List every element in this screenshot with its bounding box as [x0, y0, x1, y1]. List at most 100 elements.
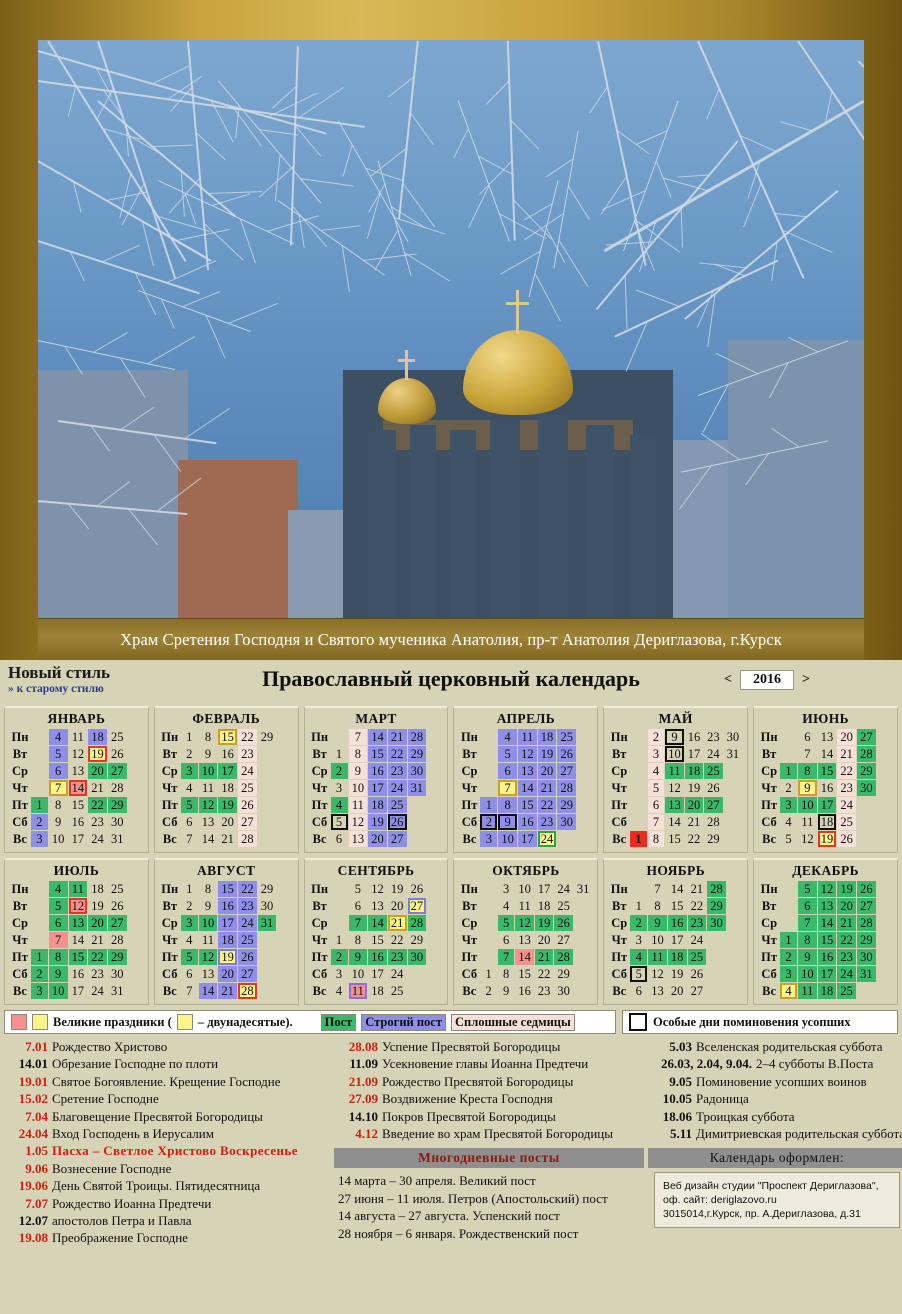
day-cell[interactable]: 13: [518, 763, 537, 779]
day-cell[interactable]: 14: [818, 746, 837, 762]
day-cell[interactable]: 25: [837, 983, 857, 999]
next-year-button[interactable]: >: [802, 672, 810, 688]
day-cell[interactable]: 28: [108, 932, 127, 948]
day-cell[interactable]: 28: [704, 814, 722, 830]
day-cell[interactable]: 4: [647, 763, 665, 779]
day-cell[interactable]: 28: [238, 831, 257, 847]
day-cell[interactable]: 6: [647, 797, 665, 813]
day-cell[interactable]: 8: [498, 966, 515, 982]
day-cell[interactable]: 22: [685, 831, 703, 847]
day-cell[interactable]: 18: [368, 797, 387, 813]
day-cell[interactable]: 31: [108, 831, 127, 847]
day-cell[interactable]: 10: [348, 780, 368, 796]
day-cell[interactable]: 6: [798, 898, 817, 914]
day-cell[interactable]: 29: [704, 831, 722, 847]
day-cell[interactable]: 27: [387, 831, 407, 847]
day-cell[interactable]: 6: [630, 983, 647, 999]
day-cell[interactable]: 12: [648, 966, 667, 982]
day-cell[interactable]: 14: [368, 729, 387, 745]
day-cell[interactable]: 26: [837, 831, 857, 847]
day-cell[interactable]: 21: [218, 831, 237, 847]
day-cell[interactable]: 11: [348, 797, 368, 813]
day-cell[interactable]: 5: [798, 881, 817, 897]
day-cell[interactable]: 11: [798, 814, 817, 830]
day-cell[interactable]: 15: [668, 898, 687, 914]
day-cell[interactable]: 16: [818, 780, 837, 796]
day-cell[interactable]: 26: [688, 966, 707, 982]
day-cell[interactable]: 1: [331, 746, 348, 762]
day-cell[interactable]: 28: [108, 780, 127, 796]
day-cell[interactable]: 15: [518, 797, 537, 813]
day-cell[interactable]: 14: [817, 915, 837, 931]
day-cell[interactable]: 25: [238, 780, 257, 796]
day-cell[interactable]: 29: [258, 881, 277, 897]
day-cell[interactable]: 30: [258, 898, 277, 914]
day-cell[interactable]: 20: [368, 831, 387, 847]
day-cell[interactable]: 2: [330, 949, 348, 965]
day-cell[interactable]: 21: [688, 881, 707, 897]
day-cell[interactable]: 19: [534, 915, 554, 931]
day-cell[interactable]: 10: [198, 763, 218, 779]
day-cell[interactable]: 18: [88, 729, 107, 745]
day-cell[interactable]: 19: [537, 746, 557, 762]
day-cell[interactable]: 13: [68, 915, 88, 931]
day-cell[interactable]: 4: [181, 932, 198, 948]
day-cell[interactable]: 22: [837, 932, 857, 948]
day-cell[interactable]: 14: [68, 780, 88, 796]
day-cell[interactable]: 14: [69, 932, 88, 948]
day-cell[interactable]: 24: [704, 746, 722, 762]
day-cell[interactable]: 9: [48, 966, 68, 982]
day-cell[interactable]: 4: [181, 780, 198, 796]
day-cell[interactable]: 26: [557, 746, 577, 762]
day-cell[interactable]: 29: [857, 763, 876, 779]
day-cell[interactable]: 19: [218, 949, 238, 965]
day-cell[interactable]: 17: [685, 746, 703, 762]
day-cell[interactable]: 22: [688, 898, 707, 914]
day-cell[interactable]: 13: [648, 983, 667, 999]
day-cell[interactable]: 7: [498, 780, 518, 796]
day-cell[interactable]: 15: [817, 763, 837, 779]
day-cell[interactable]: 27: [688, 983, 707, 999]
day-cell[interactable]: 23: [687, 915, 707, 931]
day-cell[interactable]: 18: [218, 780, 237, 796]
day-cell[interactable]: 24: [537, 831, 557, 847]
day-cell[interactable]: 1: [480, 966, 497, 982]
day-cell[interactable]: 14: [518, 780, 537, 796]
day-cell[interactable]: 6: [181, 814, 198, 830]
day-cell[interactable]: 20: [88, 763, 107, 779]
day-cell[interactable]: 23: [704, 729, 722, 745]
day-cell[interactable]: 10: [665, 746, 684, 762]
day-cell[interactable]: 28: [557, 780, 577, 796]
day-cell[interactable]: 10: [798, 797, 817, 813]
day-cell[interactable]: 2: [30, 966, 48, 982]
day-cell[interactable]: 1: [30, 797, 48, 813]
day-cell[interactable]: 8: [798, 763, 817, 779]
day-cell[interactable]: 3: [331, 780, 348, 796]
day-cell[interactable]: 7: [497, 949, 515, 965]
day-cell[interactable]: 9: [348, 763, 368, 779]
day-cell[interactable]: 25: [557, 729, 577, 745]
day-cell[interactable]: 9: [665, 729, 684, 745]
day-cell[interactable]: 30: [407, 949, 427, 965]
day-cell[interactable]: 27: [238, 966, 257, 982]
day-cell[interactable]: 13: [368, 898, 387, 914]
day-cell[interactable]: 2: [181, 898, 198, 914]
day-cell[interactable]: 1: [480, 797, 498, 813]
day-cell[interactable]: 16: [667, 915, 687, 931]
day-cell[interactable]: 17: [535, 881, 553, 897]
day-cell[interactable]: 4: [330, 797, 348, 813]
day-cell[interactable]: 30: [108, 966, 127, 982]
day-cell[interactable]: 3: [780, 966, 797, 982]
day-cell[interactable]: 4: [48, 881, 68, 897]
day-cell[interactable]: 18: [88, 881, 107, 897]
day-cell[interactable]: 26: [554, 915, 573, 931]
day-cell[interactable]: 5: [630, 966, 648, 982]
day-cell[interactable]: 27: [107, 763, 127, 779]
day-cell[interactable]: 14: [199, 831, 218, 847]
day-cell[interactable]: 25: [837, 814, 857, 830]
day-cell[interactable]: 25: [108, 881, 127, 897]
day-cell[interactable]: 16: [817, 949, 837, 965]
day-cell[interactable]: 26: [108, 898, 127, 914]
day-cell[interactable]: 20: [837, 729, 857, 745]
day-cell[interactable]: 23: [535, 983, 553, 999]
